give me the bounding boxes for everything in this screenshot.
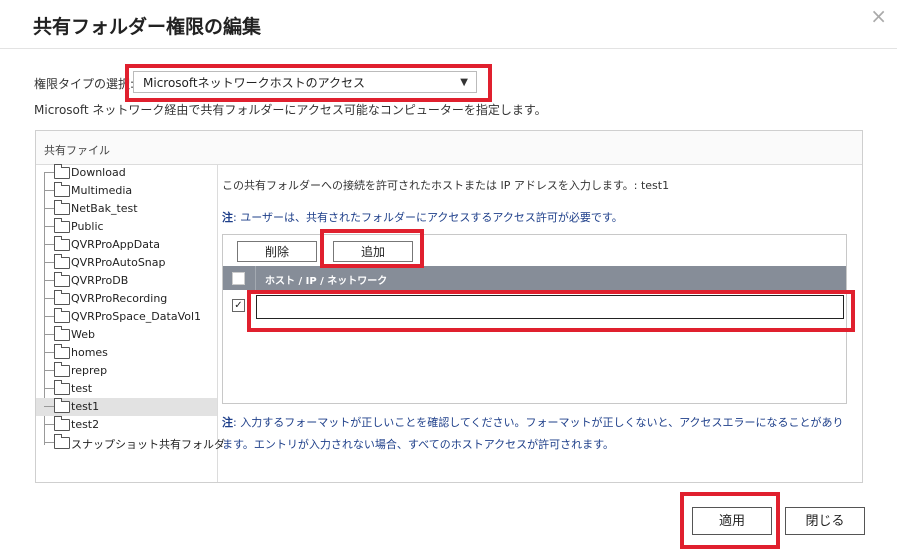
tree-branch	[44, 244, 54, 245]
shared-files-panel: 共有ファイル Download Multimedia NetBak_test Publ…	[35, 130, 863, 483]
folder-label: QVRProAppData	[71, 238, 161, 251]
folder-icon	[54, 164, 70, 179]
header-divider	[255, 266, 256, 290]
folder-icon	[54, 434, 70, 449]
folder-label: test1	[71, 400, 100, 413]
tree-folder-item[interactable]: test1	[36, 398, 217, 416]
close-icon[interactable]: ×	[870, 4, 887, 28]
close-button[interactable]: 閉じる	[785, 507, 865, 535]
tree-branch	[44, 370, 54, 371]
tree-folder-item[interactable]: test2	[36, 416, 217, 434]
tree-folder-item[interactable]: QVRProDB	[36, 272, 217, 290]
folder-label: test	[71, 382, 93, 395]
tree-branch	[44, 352, 54, 353]
tree-branch	[44, 208, 54, 209]
dialog-title: 共有フォルダー権限の編集	[33, 16, 262, 38]
tree-folder-item[interactable]: QVRProRecording	[36, 290, 217, 308]
folder-label: Multimedia	[71, 184, 133, 197]
folder-label: homes	[71, 346, 108, 359]
tree-branch	[44, 442, 54, 443]
folder-label: QVRProAutoSnap	[71, 256, 166, 269]
note-label: 注	[222, 211, 233, 224]
folder-label: reprep	[71, 364, 108, 377]
edit-shared-folder-permission-dialog: 共有フォルダー権限の編集 × 権限タイプの選択: Microsoftネットワーク…	[0, 0, 897, 559]
tree-branch	[44, 424, 54, 425]
folder-icon	[54, 362, 70, 377]
host-access-section: この共有フォルダーへの接続を許可されたホストまたは IP アドレスを入力します。…	[218, 164, 862, 482]
folder-label: QVRProSpace_DataVol1	[71, 310, 202, 323]
tree-folder-item[interactable]: reprep	[36, 362, 217, 380]
tree-folder-item[interactable]: homes	[36, 344, 217, 362]
tree-branch	[44, 316, 54, 317]
permission-type-value: Microsoftネットワークホストのアクセス	[143, 76, 366, 90]
tree-folder-item[interactable]: NetBak_test	[36, 200, 217, 218]
permission-description: Microsoft ネットワーク経由で共有フォルダーにアクセス可能なコンピュータ…	[34, 103, 547, 117]
host-row-checkbox[interactable]: ✓	[232, 299, 245, 312]
folder-label: QVRProDB	[71, 274, 129, 287]
folder-icon	[54, 272, 70, 287]
note2-label: 注	[222, 416, 233, 429]
permission-type-select[interactable]: Microsoftネットワークホストのアクセス ▼	[133, 71, 477, 93]
folder-icon	[54, 254, 70, 269]
add-button[interactable]: 追加	[333, 241, 413, 262]
tree-folder-item[interactable]: QVRProAppData	[36, 236, 217, 254]
tree-folder-item[interactable]: test	[36, 380, 217, 398]
host-access-info: この共有フォルダーへの接続を許可されたホストまたは IP アドレスを入力します。…	[222, 179, 670, 192]
chevron-down-icon: ▼	[460, 77, 468, 88]
folder-label: test2	[71, 418, 100, 431]
folder-icon	[54, 308, 70, 323]
folder-icon	[54, 290, 70, 305]
tree-folder-item[interactable]: Multimedia	[36, 182, 217, 200]
tree-folder-item[interactable]: スナップショット共有フォルダ	[36, 434, 225, 452]
tree-branch	[44, 226, 54, 227]
note2-text: : 入力するフォーマットが正しいことを確認してください。フォーマットが正しくない…	[222, 416, 844, 451]
tree-folder-item[interactable]: Download	[36, 164, 217, 182]
tree-branch	[44, 172, 54, 173]
format-note: 注: 入力するフォーマットが正しいことを確認してください。フォーマットが正しくな…	[222, 412, 852, 456]
host-ip-input[interactable]	[256, 295, 844, 319]
folder-icon	[54, 182, 70, 197]
tree-folder-item[interactable]: QVRProSpace_DataVol1	[36, 308, 217, 326]
tree-folder-item[interactable]: Web	[36, 326, 217, 344]
tree-branch	[44, 280, 54, 281]
folder-icon	[54, 398, 70, 413]
folder-icon	[54, 416, 70, 431]
delete-button[interactable]: 削除	[237, 241, 317, 262]
apply-button[interactable]: 適用	[692, 507, 772, 535]
permission-type-label: 権限タイプの選択:	[34, 77, 135, 91]
permission-note: 注: ユーザーは、共有されたフォルダーにアクセスするアクセス許可が必要です。	[222, 209, 623, 225]
folder-label: NetBak_test	[71, 202, 138, 215]
folder-label: スナップショット共有フォルダ	[71, 438, 225, 451]
tree-branch	[44, 388, 54, 389]
host-column-header: ホスト / IP / ネットワーク	[265, 276, 388, 287]
tree-branch	[44, 334, 54, 335]
tree-branch	[44, 190, 54, 191]
folder-icon	[54, 380, 70, 395]
shared-files-title: 共有ファイル	[44, 144, 110, 157]
folder-icon	[54, 200, 70, 215]
folder-icon	[54, 218, 70, 233]
folder-tree: Download Multimedia NetBak_test Public QVRPr…	[36, 164, 225, 482]
tree-branch	[44, 298, 54, 299]
folder-label: Public	[71, 220, 104, 233]
host-list-box: 削除 追加 ホスト / IP / ネットワーク ✓	[222, 234, 847, 404]
folder-icon	[54, 326, 70, 341]
shared-files-header: 共有ファイル	[36, 131, 862, 165]
host-grid-header: ホスト / IP / ネットワーク	[223, 266, 846, 290]
note-text: : ユーザーは、共有されたフォルダーにアクセスするアクセス許可が必要です。	[233, 211, 623, 224]
tree-branch	[44, 262, 54, 263]
folder-icon	[54, 344, 70, 359]
tree-folder-item[interactable]: QVRProAutoSnap	[36, 254, 217, 272]
folder-icon	[54, 236, 70, 251]
select-all-checkbox[interactable]	[232, 272, 245, 285]
folder-label: Download	[71, 166, 126, 179]
folder-label: Web	[71, 328, 95, 341]
title-divider	[0, 48, 897, 49]
tree-branch	[44, 406, 54, 407]
tree-folder-item[interactable]: Public	[36, 218, 217, 236]
folder-label: QVRProRecording	[71, 292, 168, 305]
